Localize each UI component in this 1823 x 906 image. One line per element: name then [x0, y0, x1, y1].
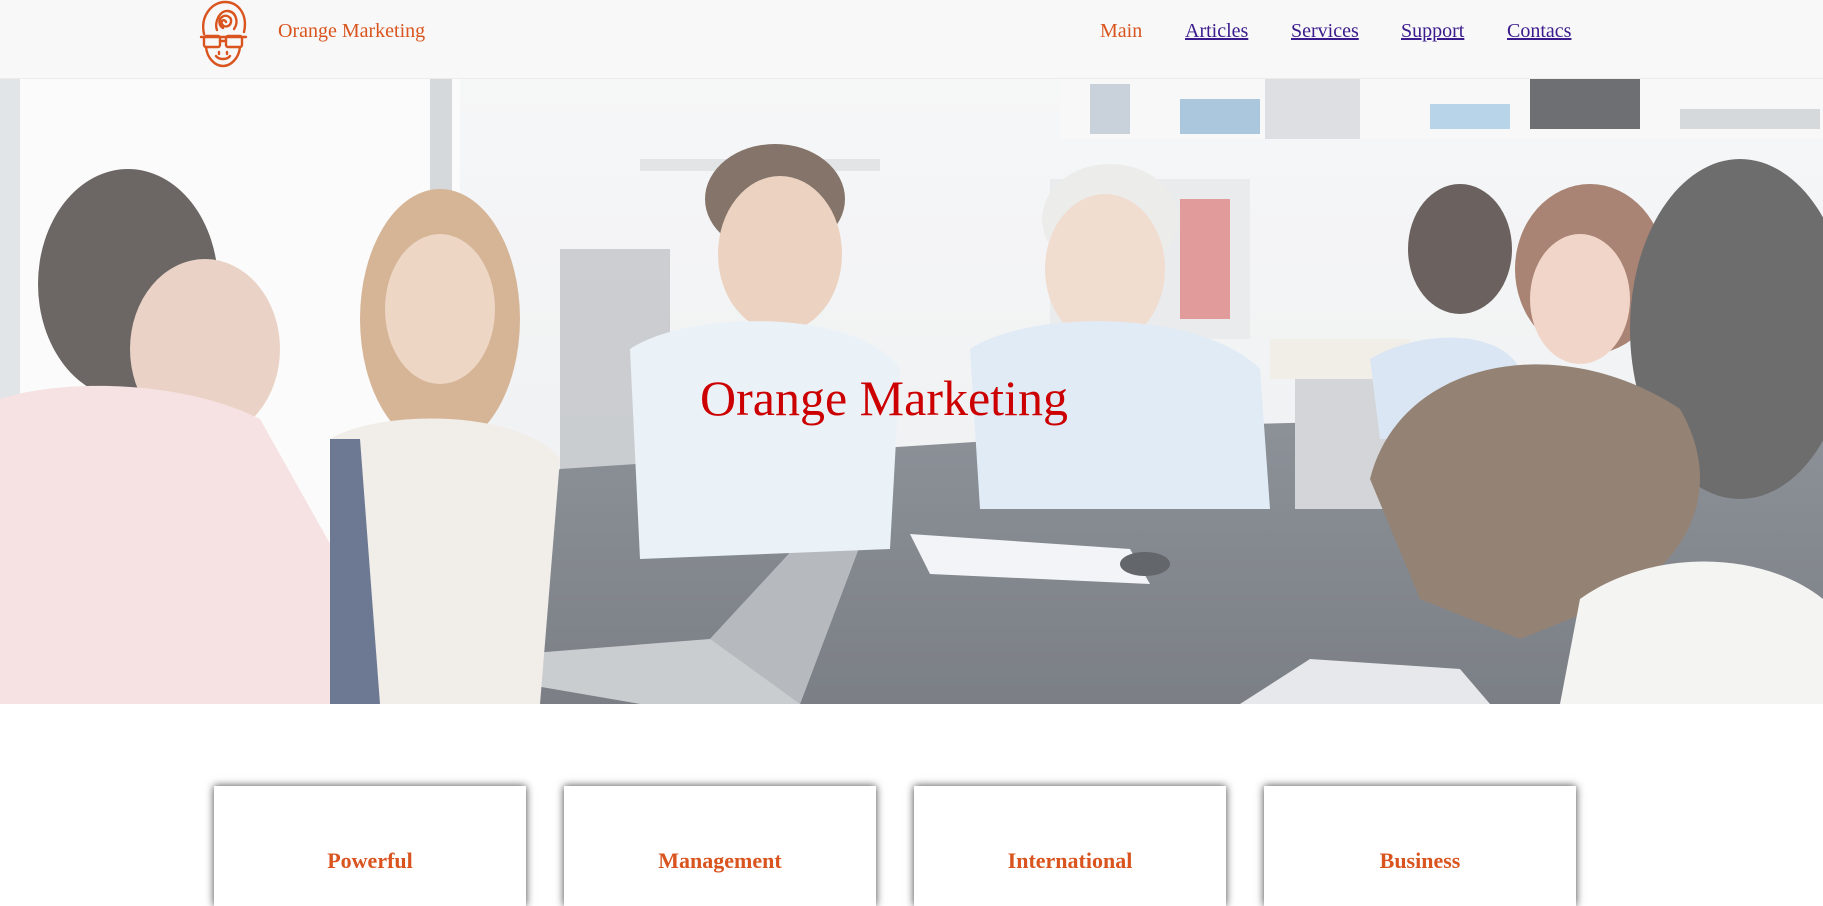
card-title: International	[1007, 848, 1133, 873]
nav-link-articles[interactable]: Articles	[1185, 20, 1248, 43]
nav-link-main[interactable]: Main	[1100, 20, 1142, 43]
feature-card-powerful[interactable]: Powerful	[214, 786, 526, 906]
nav-link-services[interactable]: Services	[1291, 20, 1359, 43]
main-nav: Main Articles Services Support Contacs	[0, 20, 1823, 50]
card-title: Management	[658, 848, 782, 873]
nav-link-contacs[interactable]: Contacs	[1507, 20, 1571, 43]
hero-title: Orange Marketing	[700, 370, 1068, 426]
feature-card-international[interactable]: International	[914, 786, 1226, 906]
site-header: Orange Marketing Main Articles Services …	[0, 0, 1823, 79]
hero-banner: Orange Marketing	[0, 79, 1823, 704]
nav-link-support[interactable]: Support	[1401, 20, 1464, 43]
feature-card-business[interactable]: Business	[1264, 786, 1576, 906]
card-title: Powerful	[327, 848, 413, 873]
feature-card-management[interactable]: Management	[564, 786, 876, 906]
card-title: Business	[1379, 848, 1461, 873]
